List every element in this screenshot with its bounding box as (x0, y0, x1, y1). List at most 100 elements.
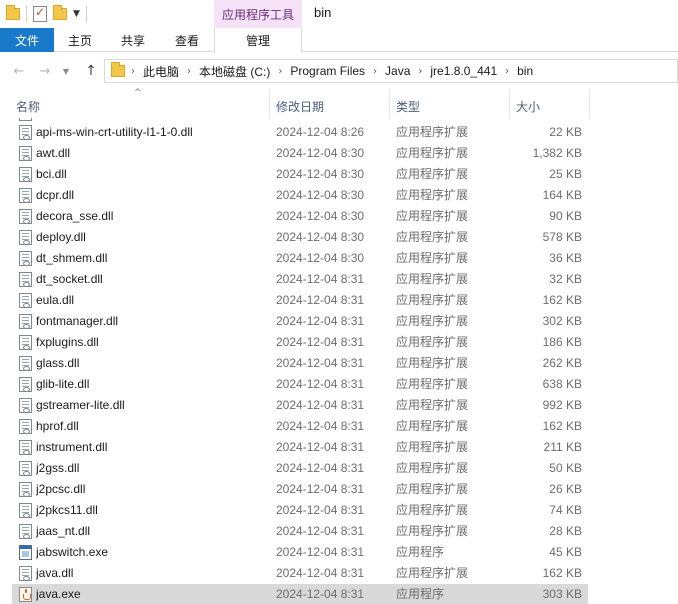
file-row[interactable]: fontmanager.dll 2024-12-04 8:31 应用程序扩展 302 … (12, 311, 588, 332)
file-type: 应用程序扩展 (396, 209, 469, 223)
file-row[interactable]: deploy.dll 2024-12-04 8:30 应用程序扩展 578 KB (12, 227, 588, 248)
file-modified-date: 2024-12-04 8:30 (276, 146, 365, 160)
file-modified-date: 2024-12-04 8:31 (276, 377, 365, 391)
file-type: 应用程序 (396, 587, 445, 601)
column-divider[interactable] (269, 90, 270, 118)
file-type: 应用程序扩展 (396, 377, 469, 391)
file-name: hprof.dll (36, 419, 79, 433)
file-row[interactable]: api-ms-win-crt-utility-l1-1-0.dll 2024-12… (12, 122, 588, 143)
column-header-size[interactable]: 大小 (516, 94, 588, 118)
toolbar-divider (26, 6, 27, 22)
file-type: 应用程序扩展 (396, 461, 469, 475)
file-type: 应用程序扩展 (396, 188, 469, 202)
file-size: 26 KB (549, 482, 582, 496)
file-row[interactable]: eula.dll 2024-12-04 8:31 应用程序扩展 162 KB (12, 290, 588, 311)
file-type: 应用程序扩展 (396, 482, 469, 496)
column-header-row: ^ 名称 修改日期 类型 大小 (0, 88, 678, 118)
breadcrumb-separator-icon[interactable]: › (278, 66, 282, 77)
breadcrumb-local-disk[interactable]: 本地磁盘 (C:) (199, 63, 270, 80)
title-bar: ▼ 应用程序工具 bin (0, 0, 678, 28)
up-arrow-icon[interactable]: ↑ (82, 61, 100, 81)
file-size: 90 KB (549, 209, 582, 223)
file-modified-date: 2024-12-04 8:31 (276, 545, 365, 559)
tab-view[interactable]: 查看 (160, 28, 214, 52)
tab-share[interactable]: 共享 (106, 28, 160, 52)
breadcrumb-separator-icon[interactable]: › (505, 66, 509, 77)
properties-icon[interactable] (33, 5, 47, 22)
file-size: 302 KB (542, 314, 582, 328)
file-row[interactable]: awt.dll 2024-12-04 8:30 应用程序扩展 1,382 KB (12, 143, 588, 164)
new-folder-icon[interactable] (53, 5, 67, 20)
file-type: 应用程序扩展 (396, 335, 469, 349)
tab-manage[interactable]: 管理 (214, 28, 302, 53)
breadcrumb-separator-icon[interactable]: › (131, 66, 135, 77)
dll-file-icon (19, 461, 32, 476)
breadcrumb-separator-icon[interactable]: › (187, 66, 191, 77)
tab-home[interactable]: 主页 (54, 28, 106, 52)
file-row[interactable]: jabswitch.exe 2024-12-04 8:31 应用程序 45 KB (12, 542, 588, 563)
dll-file-icon (19, 503, 32, 518)
file-modified-date: 2024-12-04 8:30 (276, 188, 365, 202)
file-name: dt_shmem.dll (36, 251, 108, 265)
file-type: 应用程序扩展 (396, 125, 469, 139)
dll-file-icon (19, 335, 32, 350)
file-row[interactable]: java.dll 2024-12-04 8:31 应用程序扩展 162 KB (12, 563, 588, 584)
breadcrumb-separator-icon[interactable]: › (418, 66, 422, 77)
file-row[interactable]: j2pkcs11.dll 2024-12-04 8:31 应用程序扩展 74 KB (12, 500, 588, 521)
breadcrumb-program-files[interactable]: Program Files (290, 64, 365, 78)
file-row[interactable]: j2pcsc.dll 2024-12-04 8:31 应用程序扩展 26 KB (12, 479, 588, 500)
column-header-date[interactable]: 修改日期 (276, 94, 389, 118)
file-row[interactable]: fxplugins.dll 2024-12-04 8:31 应用程序扩展 186 KB (12, 332, 588, 353)
file-modified-date: 2024-12-04 8:31 (276, 335, 365, 349)
file-row[interactable]: glib-lite.dll 2024-12-04 8:31 应用程序扩展 638 KB (12, 374, 588, 395)
file-modified-date: 2024-12-04 8:31 (276, 503, 365, 517)
column-header-type[interactable]: 类型 (396, 94, 509, 118)
customize-toolbar-icon[interactable]: ▼ (73, 9, 80, 19)
file-row[interactable]: jaas_nt.dll 2024-12-04 8:31 应用程序扩展 28 KB (12, 521, 588, 542)
file-row[interactable]: dcpr.dll 2024-12-04 8:30 应用程序扩展 164 KB (12, 185, 588, 206)
file-row[interactable]: instrument.dll 2024-12-04 8:31 应用程序扩展 211 K… (12, 437, 588, 458)
file-size: 25 KB (549, 167, 582, 181)
breadcrumb-bin[interactable]: bin (517, 64, 533, 78)
column-header-name[interactable]: 名称 (16, 94, 269, 118)
dll-file-icon (19, 377, 32, 392)
column-divider[interactable] (389, 90, 390, 118)
file-row[interactable]: gstreamer-lite.dll 2024-12-04 8:31 应用程序扩展 9… (12, 395, 588, 416)
file-list[interactable]: api-ms-win-crt-utility-l1-1-0.dll 2024-12… (0, 118, 678, 604)
file-row[interactable]: hprof.dll 2024-12-04 8:31 应用程序扩展 162 KB (12, 416, 588, 437)
column-divider[interactable] (589, 90, 590, 118)
file-row[interactable]: dt_shmem.dll 2024-12-04 8:30 应用程序扩展 36 KB (12, 248, 588, 269)
file-row[interactable]: glass.dll 2024-12-04 8:31 应用程序扩展 262 KB (12, 353, 588, 374)
file-row[interactable]: decora_sse.dll 2024-12-04 8:30 应用程序扩展 90 KB (12, 206, 588, 227)
file-type: 应用程序扩展 (396, 503, 469, 517)
file-row[interactable]: j2gss.dll 2024-12-04 8:31 应用程序扩展 50 KB (12, 458, 588, 479)
address-bar[interactable]: › 此电脑 › 本地磁盘 (C:) › Program Files › Java… (104, 59, 678, 83)
file-size: 1,382 KB (532, 146, 582, 160)
breadcrumb-jre[interactable]: jre1.8.0_441 (430, 64, 497, 78)
file-row[interactable]: java.exe 2024-12-04 8:31 应用程序 303 KB (12, 584, 588, 604)
file-modified-date: 2024-12-04 8:31 (276, 587, 365, 601)
breadcrumb-this-pc[interactable]: 此电脑 (143, 63, 179, 80)
back-arrow-icon[interactable]: ← (10, 61, 28, 81)
recent-locations-chevron-icon[interactable]: ▼ (60, 61, 72, 81)
java-exe-icon (19, 587, 32, 602)
toolbar-divider (85, 6, 87, 22)
tab-file[interactable]: 文件 (0, 28, 54, 52)
file-modified-date: 2024-12-04 8:31 (276, 440, 365, 454)
file-modified-date: 2024-12-04 8:31 (276, 293, 365, 307)
breadcrumb-java[interactable]: Java (385, 64, 410, 78)
file-modified-date: 2024-12-04 8:30 (276, 209, 365, 223)
dll-file-icon (19, 146, 32, 161)
column-divider[interactable] (509, 90, 510, 118)
folder-icon[interactable] (6, 5, 20, 20)
exe-file-icon (19, 545, 32, 560)
file-type: 应用程序扩展 (396, 440, 469, 454)
file-row[interactable]: dt_socket.dll 2024-12-04 8:31 应用程序扩展 32 KB (12, 269, 588, 290)
dll-file-icon (19, 251, 32, 266)
file-size: 36 KB (549, 251, 582, 265)
file-name: glib-lite.dll (36, 377, 90, 391)
file-size: 28 KB (549, 524, 582, 538)
forward-arrow-icon[interactable]: → (36, 61, 54, 81)
file-row[interactable]: bci.dll 2024-12-04 8:30 应用程序扩展 25 KB (12, 164, 588, 185)
breadcrumb-separator-icon[interactable]: › (373, 66, 377, 77)
